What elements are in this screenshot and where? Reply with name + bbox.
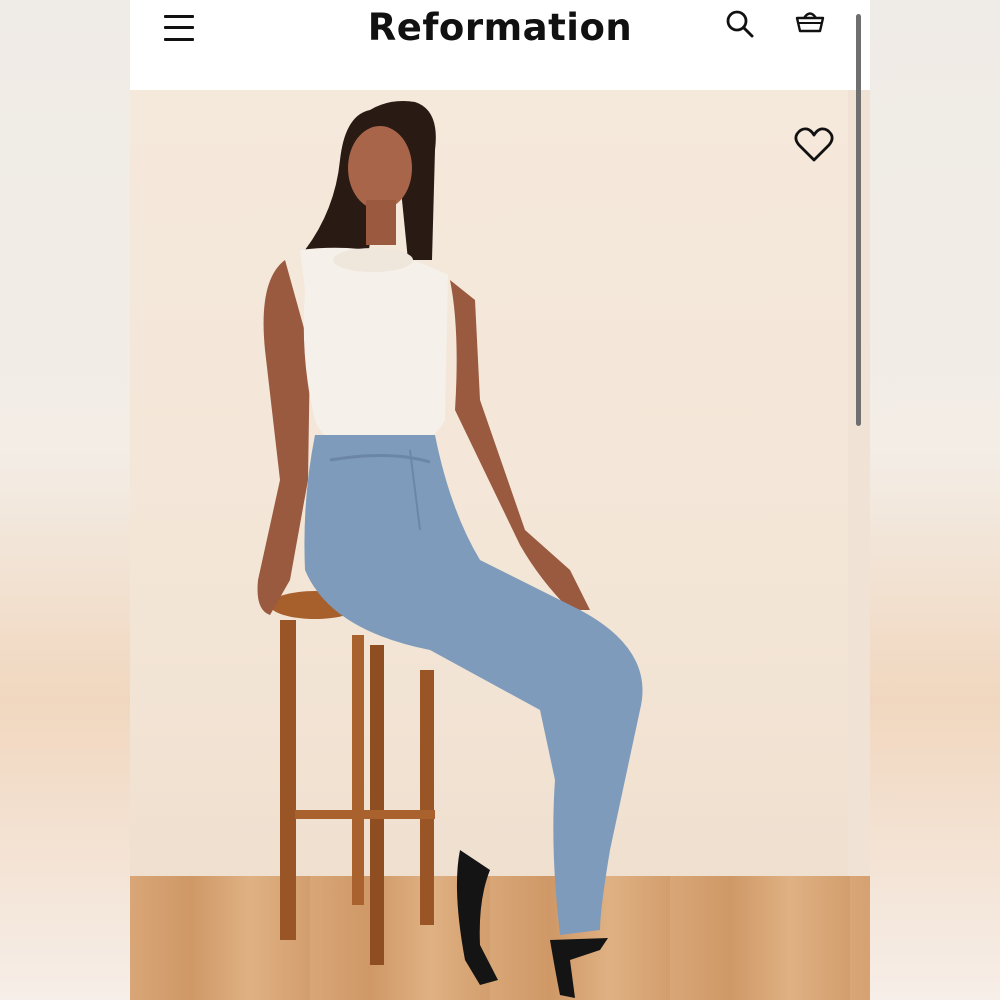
model-photo [257, 101, 643, 998]
search-icon[interactable] [724, 8, 756, 40]
stool-illustration [270, 591, 435, 965]
mobile-screen: Reformation [130, 0, 870, 1000]
site-header: Reformation [130, 0, 870, 90]
heart-icon[interactable] [793, 126, 835, 164]
product-hero-image[interactable] [130, 90, 870, 1000]
brand-logo[interactable]: Reformation [130, 6, 870, 49]
basket-icon[interactable] [794, 8, 826, 36]
scrollbar[interactable] [856, 14, 861, 426]
